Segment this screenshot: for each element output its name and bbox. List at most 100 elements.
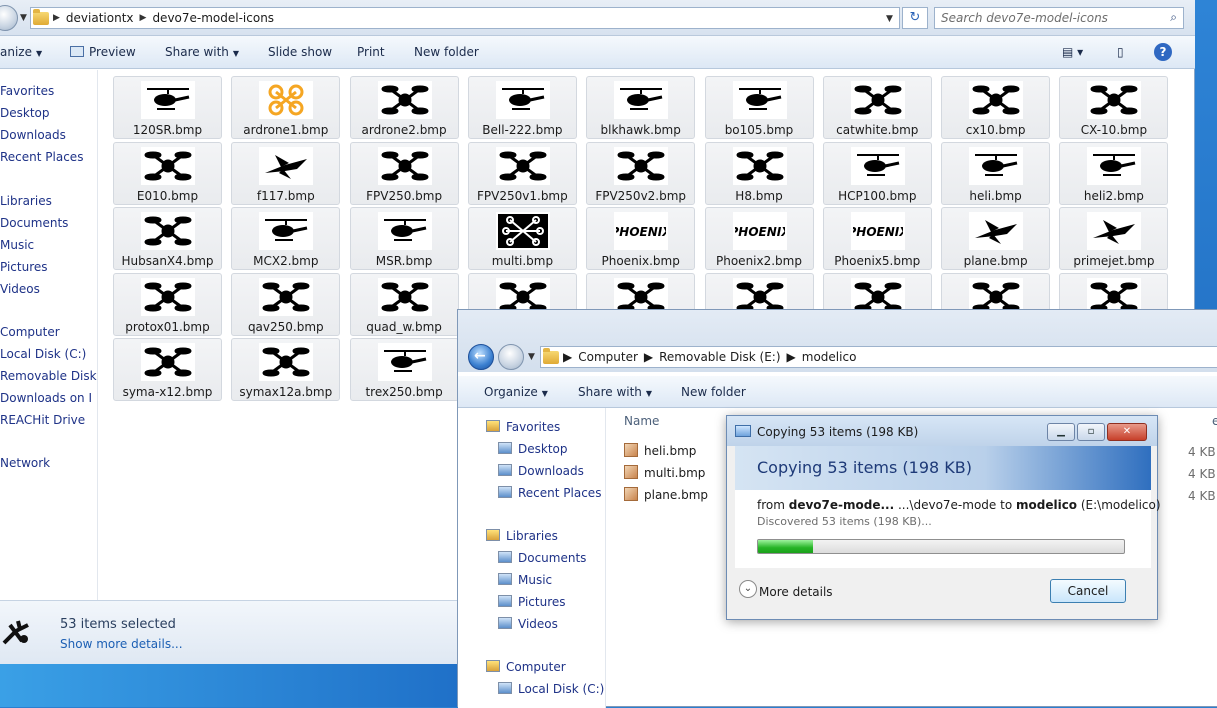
- file-tile[interactable]: plane.bmp: [941, 207, 1051, 270]
- file-tile[interactable]: MSR.bmp: [349, 207, 459, 270]
- file-tile[interactable]: symax12a.bmp: [231, 338, 341, 401]
- preview-pane-icon[interactable]: ▯: [1117, 45, 1124, 59]
- nav-item-local-disk-c[interactable]: Local Disk (C:): [498, 682, 604, 696]
- share-with-button[interactable]: Share with ▼: [578, 385, 652, 399]
- nav-item-libraries[interactable]: Libraries: [0, 194, 52, 208]
- dialog-titlebar[interactable]: Copying 53 items (198 KB) ▁ ▫ ✕: [727, 416, 1157, 446]
- file-row[interactable]: multi.bmp: [624, 465, 705, 480]
- column-header-partial[interactable]: e: [1212, 414, 1217, 428]
- view-options-icon[interactable]: ▤ ▾: [1062, 45, 1083, 59]
- nav-item-music[interactable]: Music: [498, 573, 552, 587]
- nav-item-downloads-on-i[interactable]: Downloads on I: [0, 391, 92, 405]
- more-details-toggle[interactable]: More details: [759, 585, 833, 599]
- print-button[interactable]: Print: [357, 45, 385, 59]
- nav-item-desktop[interactable]: Desktop: [498, 442, 568, 456]
- file-tile[interactable]: protox01.bmp: [113, 272, 222, 336]
- file-tile[interactable]: heli2.bmp: [1059, 141, 1169, 205]
- back-button[interactable]: ←: [468, 344, 494, 370]
- nav-item-documents[interactable]: Documents: [0, 216, 68, 230]
- history-dropdown-icon[interactable]: ▼: [20, 13, 27, 23]
- nav-item-favorites[interactable]: Favorites: [0, 84, 54, 98]
- file-tile[interactable]: catwhite.bmp: [822, 76, 932, 139]
- nav-item-favorites[interactable]: Favorites: [486, 420, 560, 434]
- slide-show-button[interactable]: Slide show: [268, 45, 332, 59]
- nav-item-videos[interactable]: Videos: [498, 617, 558, 631]
- breadcrumb-item-2[interactable]: Removable Disk (E:): [653, 350, 786, 364]
- search-icon[interactable]: ⌕: [1170, 10, 1177, 25]
- search-input[interactable]: Search devo7e-model-icons ⌕: [934, 7, 1184, 29]
- forward-button[interactable]: [498, 344, 524, 370]
- file-tile[interactable]: trex250.bmp: [349, 338, 459, 401]
- minimize-icon[interactable]: ▁: [1047, 423, 1075, 441]
- close-icon[interactable]: ✕: [1107, 423, 1147, 441]
- file-tile[interactable]: PHOENIX Phoenix2.bmp: [704, 207, 814, 270]
- file-row[interactable]: heli.bmp: [624, 443, 696, 458]
- file-row[interactable]: plane.bmp: [624, 487, 708, 502]
- history-dropdown-icon[interactable]: ▼: [528, 352, 535, 362]
- preview-button[interactable]: Preview: [70, 45, 136, 59]
- maximize-icon[interactable]: ▫: [1077, 423, 1105, 441]
- new-folder-button[interactable]: New folder: [681, 385, 746, 399]
- chevron-down-icon[interactable]: ⌄: [739, 580, 757, 598]
- refresh-icon[interactable]: ↻: [902, 7, 928, 29]
- file-tile[interactable]: quad_w.bmp: [349, 272, 459, 336]
- file-tile[interactable]: primejet.bmp: [1059, 207, 1169, 270]
- file-tile[interactable]: PHOENIX Phoenix.bmp: [586, 207, 696, 270]
- organize-button[interactable]: anize ▼: [0, 45, 42, 59]
- nav-item-desktop[interactable]: Desktop: [0, 106, 50, 120]
- nav-item-downloads[interactable]: Downloads: [498, 464, 584, 478]
- file-tile[interactable]: FPV250v1.bmp: [467, 141, 577, 205]
- breadcrumb-item-3[interactable]: modelico: [796, 350, 863, 364]
- nav-item-videos[interactable]: Videos: [0, 282, 40, 296]
- breadcrumb[interactable]: ▶ deviationtx ▶ devo7e-model-icons ▼: [30, 7, 900, 29]
- file-tile[interactable]: multi.bmp: [467, 207, 577, 270]
- breadcrumb-item-1[interactable]: Computer: [572, 350, 644, 364]
- file-tile[interactable]: FPV250v2.bmp: [586, 141, 696, 205]
- organize-button[interactable]: Organize ▼: [484, 385, 548, 399]
- show-more-details-link[interactable]: Show more details...: [60, 637, 183, 651]
- file-tile[interactable]: blkhawk.bmp: [586, 76, 696, 139]
- file-tile[interactable]: H8.bmp: [704, 141, 814, 205]
- share-with-button[interactable]: Share with ▼: [165, 45, 239, 59]
- nav-item-documents[interactable]: Documents: [498, 551, 586, 565]
- file-tile[interactable]: 120SR.bmp: [113, 76, 222, 139]
- file-tile[interactable]: heli.bmp: [941, 141, 1051, 205]
- file-tile[interactable]: f117.bmp: [231, 141, 341, 205]
- breadcrumb[interactable]: ▶ Computer ▶ Removable Disk (E:) ▶ model…: [540, 346, 1217, 368]
- file-tile[interactable]: FPV250.bmp: [349, 141, 459, 205]
- help-icon[interactable]: ?: [1154, 43, 1172, 61]
- nav-item-computer[interactable]: Computer: [0, 325, 60, 339]
- file-tile[interactable]: Bell-222.bmp: [467, 76, 577, 139]
- back-button[interactable]: [0, 5, 18, 31]
- file-tile[interactable]: bo105.bmp: [704, 76, 814, 139]
- breadcrumb-item-2[interactable]: devo7e-model-icons: [146, 11, 280, 25]
- nav-item-reachit-drive[interactable]: REACHit Drive: [0, 413, 85, 427]
- nav-item-network[interactable]: Network: [0, 456, 50, 470]
- nav-item-pictures[interactable]: Pictures: [498, 595, 566, 609]
- file-tile[interactable]: cx10.bmp: [941, 76, 1051, 139]
- nav-item-pictures[interactable]: Pictures: [0, 260, 48, 274]
- nav-item-libraries[interactable]: Libraries: [486, 529, 558, 543]
- nav-item-music[interactable]: Music: [0, 238, 34, 252]
- file-tile[interactable]: ardrone2.bmp: [349, 76, 459, 139]
- file-tile[interactable]: HubsanX4.bmp: [113, 207, 222, 270]
- file-tile[interactable]: E010.bmp: [113, 141, 222, 205]
- nav-item-computer[interactable]: Computer: [486, 660, 566, 674]
- nav-item-removable-disk[interactable]: Removable Disk: [0, 369, 97, 383]
- file-tile[interactable]: qav250.bmp: [231, 272, 341, 336]
- file-tile[interactable]: ardrone1.bmp: [231, 76, 341, 139]
- file-tile[interactable]: CX-10.bmp: [1059, 76, 1169, 139]
- file-tile[interactable]: PHOENIX Phoenix5.bmp: [822, 207, 932, 270]
- breadcrumb-item-1[interactable]: deviationtx: [60, 11, 140, 25]
- column-header-name[interactable]: Name: [624, 414, 659, 428]
- nav-item-recent-places[interactable]: Recent Places: [498, 486, 601, 500]
- file-tile[interactable]: syma-x12.bmp: [113, 338, 222, 401]
- file-tile[interactable]: HCP100.bmp: [822, 141, 932, 205]
- cancel-button[interactable]: Cancel: [1050, 579, 1126, 603]
- new-folder-button[interactable]: New folder: [414, 45, 479, 59]
- nav-item-local-disk-c[interactable]: Local Disk (C:): [0, 347, 86, 361]
- nav-item-recent-places[interactable]: Recent Places: [0, 150, 83, 164]
- nav-item-downloads[interactable]: Downloads: [0, 128, 66, 142]
- address-dropdown-icon[interactable]: ▼: [886, 14, 893, 24]
- file-tile[interactable]: MCX2.bmp: [231, 207, 341, 270]
